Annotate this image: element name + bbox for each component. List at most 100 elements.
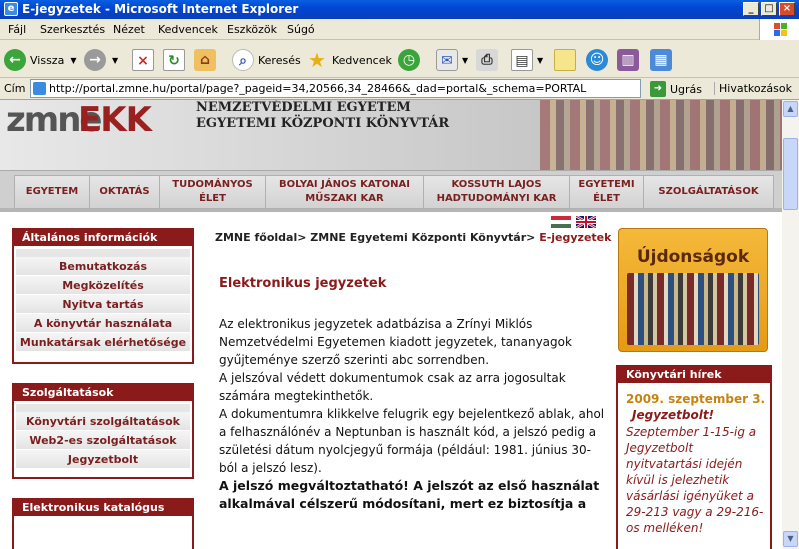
home-icon: ⌂: [194, 49, 216, 71]
link-web2-szolgaltatasok[interactable]: Web2-es szolgáltatások: [16, 431, 190, 450]
scroll-up-icon[interactable]: ▲: [783, 101, 798, 117]
main-nav: EGYETEM OKTATÁS TUDOMÁNYOS ÉLET BOLYAI J…: [0, 170, 782, 212]
menu-bar: Fájl Szerkesztés Nézet Kedvencek Eszközö…: [0, 19, 799, 40]
nav-szolgaltatasok[interactable]: SZOLGÁLTATÁSOK: [644, 176, 773, 208]
note-icon: [554, 49, 576, 71]
catalog-box: Elektronikus katalógus: [12, 498, 194, 549]
link-megkozelites[interactable]: Megközelítés: [16, 276, 190, 295]
ujdonsagok-banner[interactable]: Újdonságok: [618, 228, 768, 352]
site-banner: zmne EKK NEMZETVÉDELMI EGYETEM EGYETEMI …: [0, 100, 782, 170]
windows-logo-icon: [759, 19, 799, 40]
edit-button[interactable]: ▤ ▼: [511, 48, 543, 72]
tool-icon: ▦: [650, 49, 672, 71]
favorites-button[interactable]: ★ Kedvencek: [306, 48, 392, 72]
news-box: Könyvtári hírek 2009. szeptember 3. Jegy…: [616, 365, 772, 549]
menu-help[interactable]: Súgó: [287, 23, 315, 36]
forward-button[interactable]: → ▼: [84, 48, 118, 72]
address-bar: Cím http://portal.zmne.hu/portal/page?_p…: [0, 78, 799, 100]
paragraph: A dokumentumra klikkelve felugrik egy be…: [219, 407, 605, 475]
menu-view[interactable]: Nézet: [113, 23, 145, 36]
search-button[interactable]: ⌕ Keresés: [232, 48, 301, 72]
link-munkatarsak[interactable]: Munkatársak elérhetősége: [16, 333, 190, 352]
back-button[interactable]: ← Vissza ▼: [4, 48, 76, 72]
scroll-down-icon[interactable]: ▼: [783, 531, 798, 547]
ujdonsagok-label: Újdonságok: [636, 247, 750, 267]
close-button[interactable]: ×: [779, 2, 795, 16]
link-jegyzetbolt[interactable]: Jegyzetbolt: [16, 450, 190, 469]
link-nyitva-tartas[interactable]: Nyitva tartás: [16, 295, 190, 314]
address-input[interactable]: http://portal.zmne.hu/portal/page?_pagei…: [30, 79, 641, 98]
mail-icon: ✉: [436, 49, 458, 71]
ie-app-icon: e: [4, 2, 18, 16]
home-button[interactable]: ⌂: [194, 48, 216, 72]
link-bemutatkozas[interactable]: Bemutatkozás: [16, 257, 190, 276]
nav-kossuth[interactable]: KOSSUTH LAJOS HADTUDOMÁNYI KAR: [424, 176, 570, 208]
breadcrumb: ZMNE főoldal> ZMNE Egyetemi Központi Kön…: [215, 231, 612, 244]
page-viewport: zmne EKK NEMZETVÉDELMI EGYETEM EGYETEMI …: [0, 100, 782, 549]
links-button[interactable]: Hivatkozások: [714, 82, 792, 95]
news-title: Könyvtári hírek: [618, 367, 770, 383]
tool-button[interactable]: ▦: [650, 48, 672, 72]
general-info-box: Általános információk Bemutatkozás Megkö…: [12, 228, 194, 364]
edit-page-icon: ▤: [511, 49, 533, 71]
discuss-button[interactable]: [554, 48, 576, 72]
mail-button[interactable]: ✉ ▼: [436, 48, 468, 72]
vertical-scrollbar[interactable]: ▲ ▼: [782, 100, 799, 549]
institution-name: NEMZETVÉDELMI EGYETEM EGYETEMI KÖZPONTI …: [196, 100, 450, 131]
nav-bolyai[interactable]: BOLYAI JÁNOS KATONAI MŰSZAKI KAR: [266, 176, 424, 208]
paragraph: Az elektronikus jegyzetek adatbázisa a Z…: [219, 317, 572, 367]
menu-file[interactable]: Fájl: [8, 23, 26, 36]
services-title: Szolgáltatások: [14, 385, 192, 401]
refresh-icon: ↻: [163, 49, 185, 71]
research-button[interactable]: ▥: [617, 48, 639, 72]
print-button[interactable]: ⎙: [476, 48, 498, 72]
breadcrumb-library-link[interactable]: ZMNE Egyetemi Központi Könyvtár: [310, 231, 526, 244]
link-konyvtar-hasznalata[interactable]: A könyvtár használata: [16, 314, 190, 333]
stop-button[interactable]: ×: [132, 48, 154, 72]
history-button[interactable]: ◷: [398, 48, 420, 72]
back-arrow-icon: ←: [4, 49, 26, 71]
stop-icon: ×: [132, 49, 154, 71]
go-arrow-icon: ➜: [650, 81, 666, 97]
star-icon: ★: [308, 48, 326, 72]
nav-oktatas[interactable]: OKTATÁS: [90, 176, 160, 208]
title-bar: e E-jegyzetek - Microsoft Internet Explo…: [0, 0, 799, 19]
research-icon: ▥: [617, 49, 639, 71]
menu-favorites[interactable]: Kedvencek: [158, 23, 218, 36]
hungarian-flag-icon[interactable]: [551, 216, 571, 228]
printer-icon: ⎙: [476, 49, 498, 71]
page-title: Elektronikus jegyzetek: [219, 276, 387, 291]
go-button[interactable]: ➜ Ugrás: [650, 81, 702, 97]
main-text: Az elektronikus jegyzetek adatbázisa a Z…: [219, 315, 609, 513]
paragraph-bold: A jelszó megváltoztatható! A jelszót az …: [219, 478, 600, 511]
nav-egyetem[interactable]: EGYETEM: [15, 176, 90, 208]
search-icon: ⌕: [232, 49, 254, 71]
page-icon: [33, 82, 46, 95]
history-icon: ◷: [398, 49, 420, 71]
nav-tudomanyos-elet[interactable]: TUDOMÁNYOS ÉLET: [160, 176, 266, 208]
refresh-button[interactable]: ↻: [163, 48, 185, 72]
minimize-button[interactable]: _: [743, 2, 759, 16]
chevron-down-icon[interactable]: ▼: [537, 56, 543, 65]
forward-arrow-icon: →: [84, 49, 106, 71]
scroll-thumb[interactable]: [783, 138, 798, 210]
messenger-button[interactable]: ☺: [586, 48, 608, 72]
chevron-down-icon[interactable]: ▼: [112, 56, 118, 65]
books-photo: [540, 100, 782, 170]
maximize-button[interactable]: □: [761, 2, 777, 16]
chevron-down-icon[interactable]: ▼: [462, 56, 468, 65]
window-title: E-jegyzetek - Microsoft Internet Explore…: [22, 2, 299, 16]
english-flag-icon[interactable]: [576, 216, 596, 228]
ekk-logo[interactable]: EKK: [78, 100, 152, 140]
toolbar: ← Vissza ▼ → ▼ × ↻ ⌂ ⌕ Keresés ★ Kedvenc…: [0, 40, 799, 78]
nav-egyetemi-elet[interactable]: EGYETEMI ÉLET: [570, 176, 644, 208]
news-date: 2009. szeptember 3.: [626, 392, 766, 406]
news-headline[interactable]: Jegyzetbolt!: [632, 408, 770, 422]
address-label: Cím: [4, 82, 26, 95]
menu-tools[interactable]: Eszközök: [227, 23, 277, 36]
ie-window: e E-jegyzetek - Microsoft Internet Explo…: [0, 0, 799, 549]
breadcrumb-home-link[interactable]: ZMNE főoldal: [215, 231, 297, 244]
link-konyvtari-szolgaltatasok[interactable]: Könyvtári szolgáltatások: [16, 412, 190, 431]
menu-edit[interactable]: Szerkesztés: [40, 23, 105, 36]
chevron-down-icon[interactable]: ▼: [70, 56, 76, 65]
